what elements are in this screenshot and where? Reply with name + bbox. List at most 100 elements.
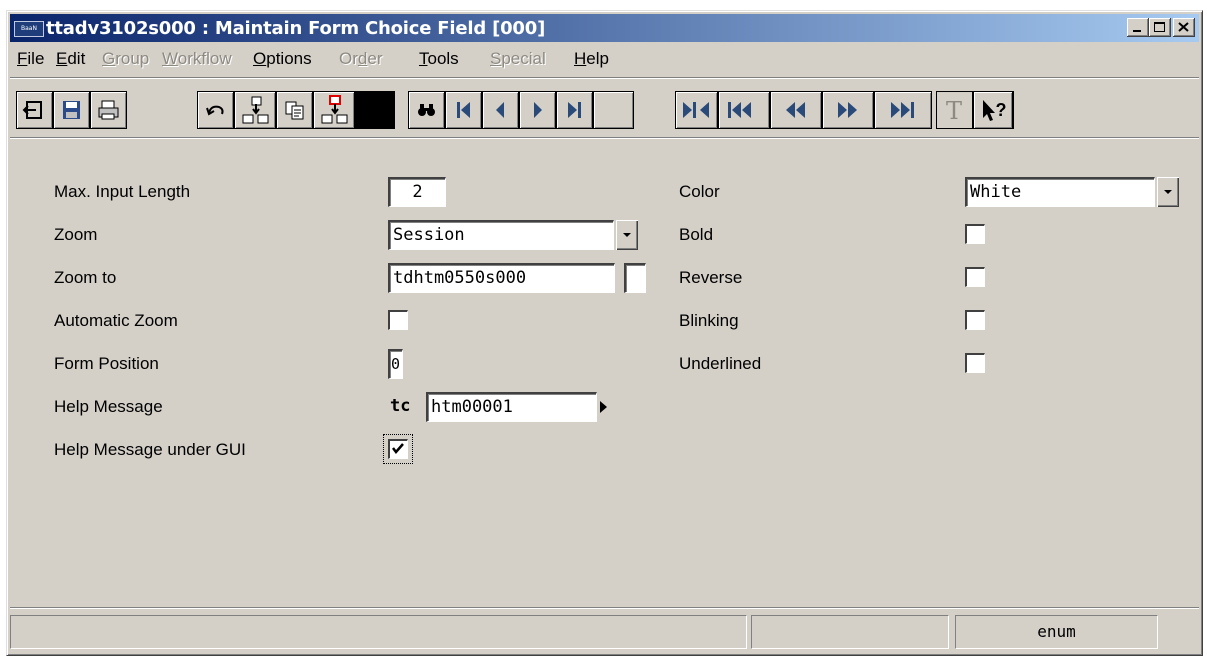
svg-text:?: ? (996, 100, 1007, 120)
maximize-icon (1154, 22, 1165, 32)
context-help-icon: ? (983, 100, 1007, 121)
status-separator (10, 607, 1199, 609)
print-icon (98, 100, 119, 120)
toolbar-group-navigation (408, 91, 634, 129)
previous-page-button[interactable] (771, 92, 821, 128)
form-area: Max. Input Length Zoom Zoom to Automatic… (7, 139, 1202, 609)
find-icon (418, 104, 435, 116)
next-page-button[interactable] (823, 92, 873, 128)
first-set-button[interactable] (676, 92, 717, 128)
save-icon (63, 101, 80, 119)
toolbar-group-record (197, 91, 395, 129)
bold-checkbox[interactable] (965, 224, 985, 244)
last-page-button[interactable] (875, 92, 931, 128)
text-icon: T (946, 97, 962, 125)
help-message-gui-checkbox[interactable] (388, 439, 408, 459)
help-message-gui-label: Help Message under GUI (54, 440, 246, 459)
status-bar: enum (10, 611, 1199, 651)
exit-button[interactable] (17, 92, 52, 128)
insert-record-icon (242, 96, 269, 124)
toolbar-spacer (594, 92, 633, 128)
duplicate-record-button[interactable] (314, 92, 354, 128)
zoom-dropdown-button[interactable] (616, 220, 638, 250)
window-title: ttadv3102s000 : Maintain Form Choice Fie… (46, 18, 546, 39)
toolbar-group-file (16, 91, 127, 129)
status-panel-info (751, 615, 949, 649)
zoom-to-label: Zoom to (54, 268, 117, 287)
checkmark-icon (392, 443, 404, 454)
menu-special[interactable]: Special (490, 49, 546, 69)
color-select[interactable]: White (965, 177, 1155, 207)
undo-button[interactable] (198, 92, 233, 128)
menu-edit[interactable]: Edit (56, 49, 85, 69)
next-record-icon (534, 102, 542, 118)
last-record-icon (568, 102, 581, 118)
title-bar[interactable]: BaaN ttadv3102s000 : Maintain Form Choic… (10, 14, 1199, 42)
next-record-button[interactable] (520, 92, 555, 128)
menu-separator (10, 77, 1199, 79)
menu-bar: File Edit Group Workflow Options Order T… (10, 44, 1199, 72)
save-button[interactable] (54, 92, 89, 128)
zoom-select[interactable]: Session (388, 220, 614, 250)
status-panel-type: enum (955, 615, 1158, 649)
first-page-icon (728, 102, 751, 118)
insert-record-button[interactable] (235, 92, 275, 128)
menu-help[interactable]: Help (574, 49, 609, 69)
maximize-button[interactable] (1149, 18, 1171, 37)
form-position-field[interactable]: 0 (388, 349, 403, 379)
application-window: BaaN ttadv3102s000 : Maintain Form Choic… (6, 10, 1203, 656)
undo-icon (206, 105, 224, 116)
last-record-button[interactable] (557, 92, 592, 128)
color-label: Color (679, 182, 720, 201)
automatic-zoom-checkbox[interactable] (388, 310, 408, 330)
zoom-arrow-icon[interactable] (599, 400, 609, 414)
help-message-label: Help Message (54, 397, 163, 416)
find-button[interactable] (409, 92, 444, 128)
underlined-checkbox[interactable] (965, 353, 985, 373)
help-message-field[interactable]: htm00001 (426, 392, 597, 422)
help-message-prefix: tc (390, 396, 411, 416)
automatic-zoom-label: Automatic Zoom (54, 311, 178, 330)
zoom-to-extra-field[interactable] (624, 263, 646, 293)
menu-workflow[interactable]: Workflow (162, 49, 232, 69)
blinking-label: Blinking (679, 311, 739, 330)
form-position-label: Form Position (54, 354, 159, 373)
menu-file[interactable]: File (17, 49, 44, 69)
first-record-button[interactable] (446, 92, 481, 128)
previous-record-button[interactable] (483, 92, 518, 128)
copy-button[interactable] (277, 92, 312, 128)
first-set-icon (683, 102, 709, 118)
chevron-down-icon (623, 233, 631, 237)
toolbar: T ? (10, 87, 1199, 135)
zoom-to-field[interactable]: tdhtm0550s000 (388, 263, 615, 293)
status-panel-message (10, 615, 747, 649)
menu-order[interactable]: Order (339, 49, 382, 69)
minimize-icon (1133, 30, 1141, 32)
chevron-down-icon (1164, 190, 1172, 194)
close-button[interactable] (1173, 18, 1195, 37)
max-input-length-field[interactable]: 2 (388, 177, 446, 207)
text-button[interactable]: T (937, 92, 972, 128)
copy-icon (285, 101, 304, 120)
menu-group[interactable]: Group (102, 49, 149, 69)
previous-record-icon (496, 102, 504, 118)
bold-label: Bold (679, 225, 714, 244)
last-page-icon (891, 102, 914, 118)
reverse-label: Reverse (679, 268, 743, 287)
toolbar-group-help: T ? (936, 91, 1014, 129)
toolbar-group-pages (675, 91, 932, 129)
context-help-button[interactable]: ? (974, 92, 1012, 128)
color-dropdown-button[interactable] (1157, 177, 1179, 207)
menu-tools[interactable]: Tools (419, 49, 459, 69)
menu-options[interactable]: Options (253, 49, 312, 69)
previous-page-icon (786, 102, 805, 118)
reverse-checkbox[interactable] (965, 267, 985, 287)
underlined-label: Underlined (679, 354, 762, 373)
blinking-checkbox[interactable] (965, 310, 985, 330)
minimize-button[interactable] (1127, 18, 1149, 37)
first-page-button[interactable] (719, 92, 769, 128)
exit-icon (22, 101, 42, 119)
duplicate-record-icon (321, 95, 348, 124)
baan-app-icon[interactable]: BaaN (14, 21, 44, 37)
print-button[interactable] (91, 92, 126, 128)
